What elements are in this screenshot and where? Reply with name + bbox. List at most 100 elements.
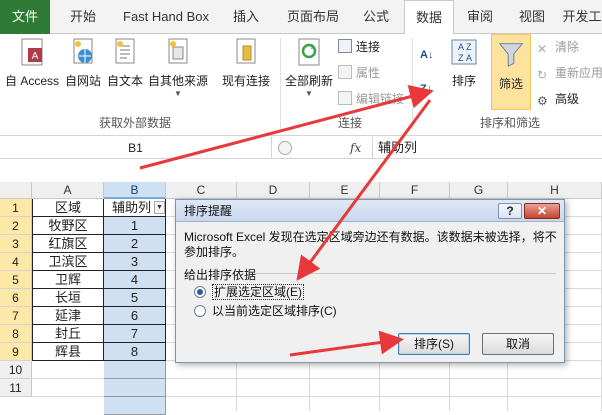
cell-a[interactable]: 辉县 (32, 343, 104, 361)
existing-connections-icon (236, 38, 256, 64)
filter-label: 筛选 (498, 77, 523, 91)
tab-data[interactable]: 数据 (404, 0, 454, 35)
cell-a[interactable]: 卫滨区 (32, 253, 104, 271)
from-access-button[interactable]: A 自 Access (4, 36, 60, 89)
tab-fasthandbox[interactable]: Fast Hand Box (112, 0, 220, 34)
tab-view[interactable]: 视图 (512, 0, 552, 34)
existing-connections-label: 现有连接 (221, 74, 270, 88)
row-header[interactable]: 11 (0, 379, 32, 397)
tab-insert[interactable]: 插入 (224, 0, 268, 34)
filter-dropdown-icon[interactable]: ▼ (154, 201, 165, 214)
cell-b[interactable]: 8 (104, 343, 166, 361)
namebox-dropdown-icon[interactable] (278, 141, 292, 155)
column-header[interactable]: H (508, 182, 602, 199)
name-box[interactable]: B1 (0, 137, 272, 159)
properties-button[interactable]: 属性 (338, 64, 380, 82)
radio-unchecked-icon[interactable] (194, 305, 206, 317)
dialog-message: Microsoft Excel 发现在选定区域旁边还有数据。该数据未被选择，将不… (184, 230, 557, 259)
row-header[interactable]: 1 (0, 199, 32, 217)
column-header[interactable]: G (450, 182, 508, 199)
tab-developer[interactable]: 开发工 (562, 0, 602, 34)
tab-home[interactable]: 开始 (58, 0, 108, 34)
cancel-button[interactable]: 取消 (482, 333, 554, 355)
cell-a[interactable]: 延津 (32, 307, 104, 325)
column-header[interactable]: B (104, 182, 166, 199)
refresh-all-button[interactable]: 全部刷新 ▼ (284, 36, 334, 98)
cell-a[interactable]: 封丘 (32, 325, 104, 343)
cell-a[interactable]: 区域 (32, 199, 104, 217)
radio-checked-icon[interactable] (194, 286, 206, 298)
advanced-filter-icon: ⚙ (537, 94, 548, 108)
help-button[interactable]: ? (498, 203, 522, 219)
cell-b[interactable]: 1 (104, 217, 166, 235)
from-web-button[interactable]: 自网站 (62, 36, 104, 89)
close-button[interactable]: ✕ (524, 203, 560, 219)
from-other-sources-button[interactable]: 自其他来源 ▼ (146, 36, 210, 98)
radio-expand-selection[interactable]: 扩展选定区域(E) (194, 284, 304, 300)
sort-za-icon: Z↓ (420, 83, 433, 95)
cell-b[interactable] (104, 361, 166, 379)
from-text-button[interactable]: 自文本 (104, 36, 146, 89)
dialog-titlebar[interactable]: 排序提醒 ? ✕ (176, 200, 564, 222)
cell-b[interactable]: 7 (104, 325, 166, 343)
cell-b[interactable]: 4 (104, 271, 166, 289)
properties-icon (338, 65, 352, 79)
tab-review[interactable]: 审阅 (460, 0, 500, 34)
sort-ascending-button[interactable]: A↓ (420, 46, 433, 64)
sort-descending-button[interactable]: Z↓ (420, 80, 432, 98)
cell-a[interactable]: 牧野区 (32, 217, 104, 235)
web-globe-icon (73, 38, 93, 64)
column-header[interactable]: F (380, 182, 450, 199)
row-header[interactable]: 8 (0, 325, 32, 343)
group-label-external-data: 获取外部数据 (98, 116, 171, 130)
row-header[interactable]: 4 (0, 253, 32, 271)
filter-button[interactable]: 筛选 (491, 34, 531, 110)
cell-a[interactable]: 卫辉 (32, 271, 104, 289)
connections-icon (338, 39, 352, 53)
dropdown-arrow-icon: ▼ (305, 89, 313, 98)
edit-links-button[interactable]: 编辑链接 (338, 90, 404, 108)
cell-a[interactable]: 红旗区 (32, 235, 104, 253)
select-all-corner[interactable] (0, 182, 32, 199)
column-header[interactable]: A (32, 182, 104, 199)
svg-text:A: A (32, 51, 39, 62)
section-divider (254, 273, 556, 274)
existing-connections-button[interactable]: 现有连接 (218, 36, 274, 89)
sort-label: 排序 (451, 74, 476, 88)
insert-function-icon[interactable]: fx (350, 137, 368, 159)
cell-b[interactable] (104, 397, 166, 415)
column-header[interactable]: C (166, 182, 237, 199)
row-header[interactable]: 3 (0, 235, 32, 253)
cell-b[interactable]: 2 (104, 235, 166, 253)
radio-current-selection[interactable]: 以当前选定区域排序(C) (194, 303, 337, 319)
cell-b[interactable] (104, 379, 166, 397)
formula-bar: B1 fx 辅助列 (0, 137, 602, 159)
sort-confirm-button[interactable]: 排序(S) (398, 333, 470, 355)
row-header[interactable]: 9 (0, 343, 32, 361)
reapply-filter-button[interactable]: ↻ 重新应用 (537, 64, 602, 82)
advanced-filter-label: 高级 (555, 92, 580, 106)
sort-button[interactable]: AZZA 排序 (444, 36, 484, 89)
formula-input[interactable]: 辅助列 (378, 137, 417, 159)
column-header[interactable]: E (310, 182, 380, 199)
cell-b[interactable]: 3 (104, 253, 166, 271)
tab-formulas[interactable]: 公式 (354, 0, 398, 34)
cell-b[interactable]: 5 (104, 289, 166, 307)
row-header[interactable]: 7 (0, 307, 32, 325)
connections-button[interactable]: 连接 (338, 38, 380, 56)
row-header[interactable]: 5 (0, 271, 32, 289)
cell-a[interactable]: 长垣 (32, 289, 104, 307)
advanced-filter-button[interactable]: ⚙ 高级 (537, 90, 579, 108)
row-header[interactable]: 6 (0, 289, 32, 307)
row-header[interactable]: 10 (0, 361, 32, 379)
row-header[interactable]: 2 (0, 217, 32, 235)
column-header[interactable]: D (237, 182, 310, 199)
clear-filter-label: 清除 (555, 40, 580, 54)
tab-file[interactable]: 文件 (0, 0, 50, 34)
filter-funnel-icon (498, 43, 524, 67)
clear-filter-button[interactable]: ✕ 清除 (537, 38, 579, 56)
cell-b[interactable]: 6 (104, 307, 166, 325)
tab-page-layout[interactable]: 页面布局 (280, 0, 346, 34)
refresh-all-label: 全部刷新 (284, 74, 333, 88)
edit-links-icon (338, 91, 352, 105)
